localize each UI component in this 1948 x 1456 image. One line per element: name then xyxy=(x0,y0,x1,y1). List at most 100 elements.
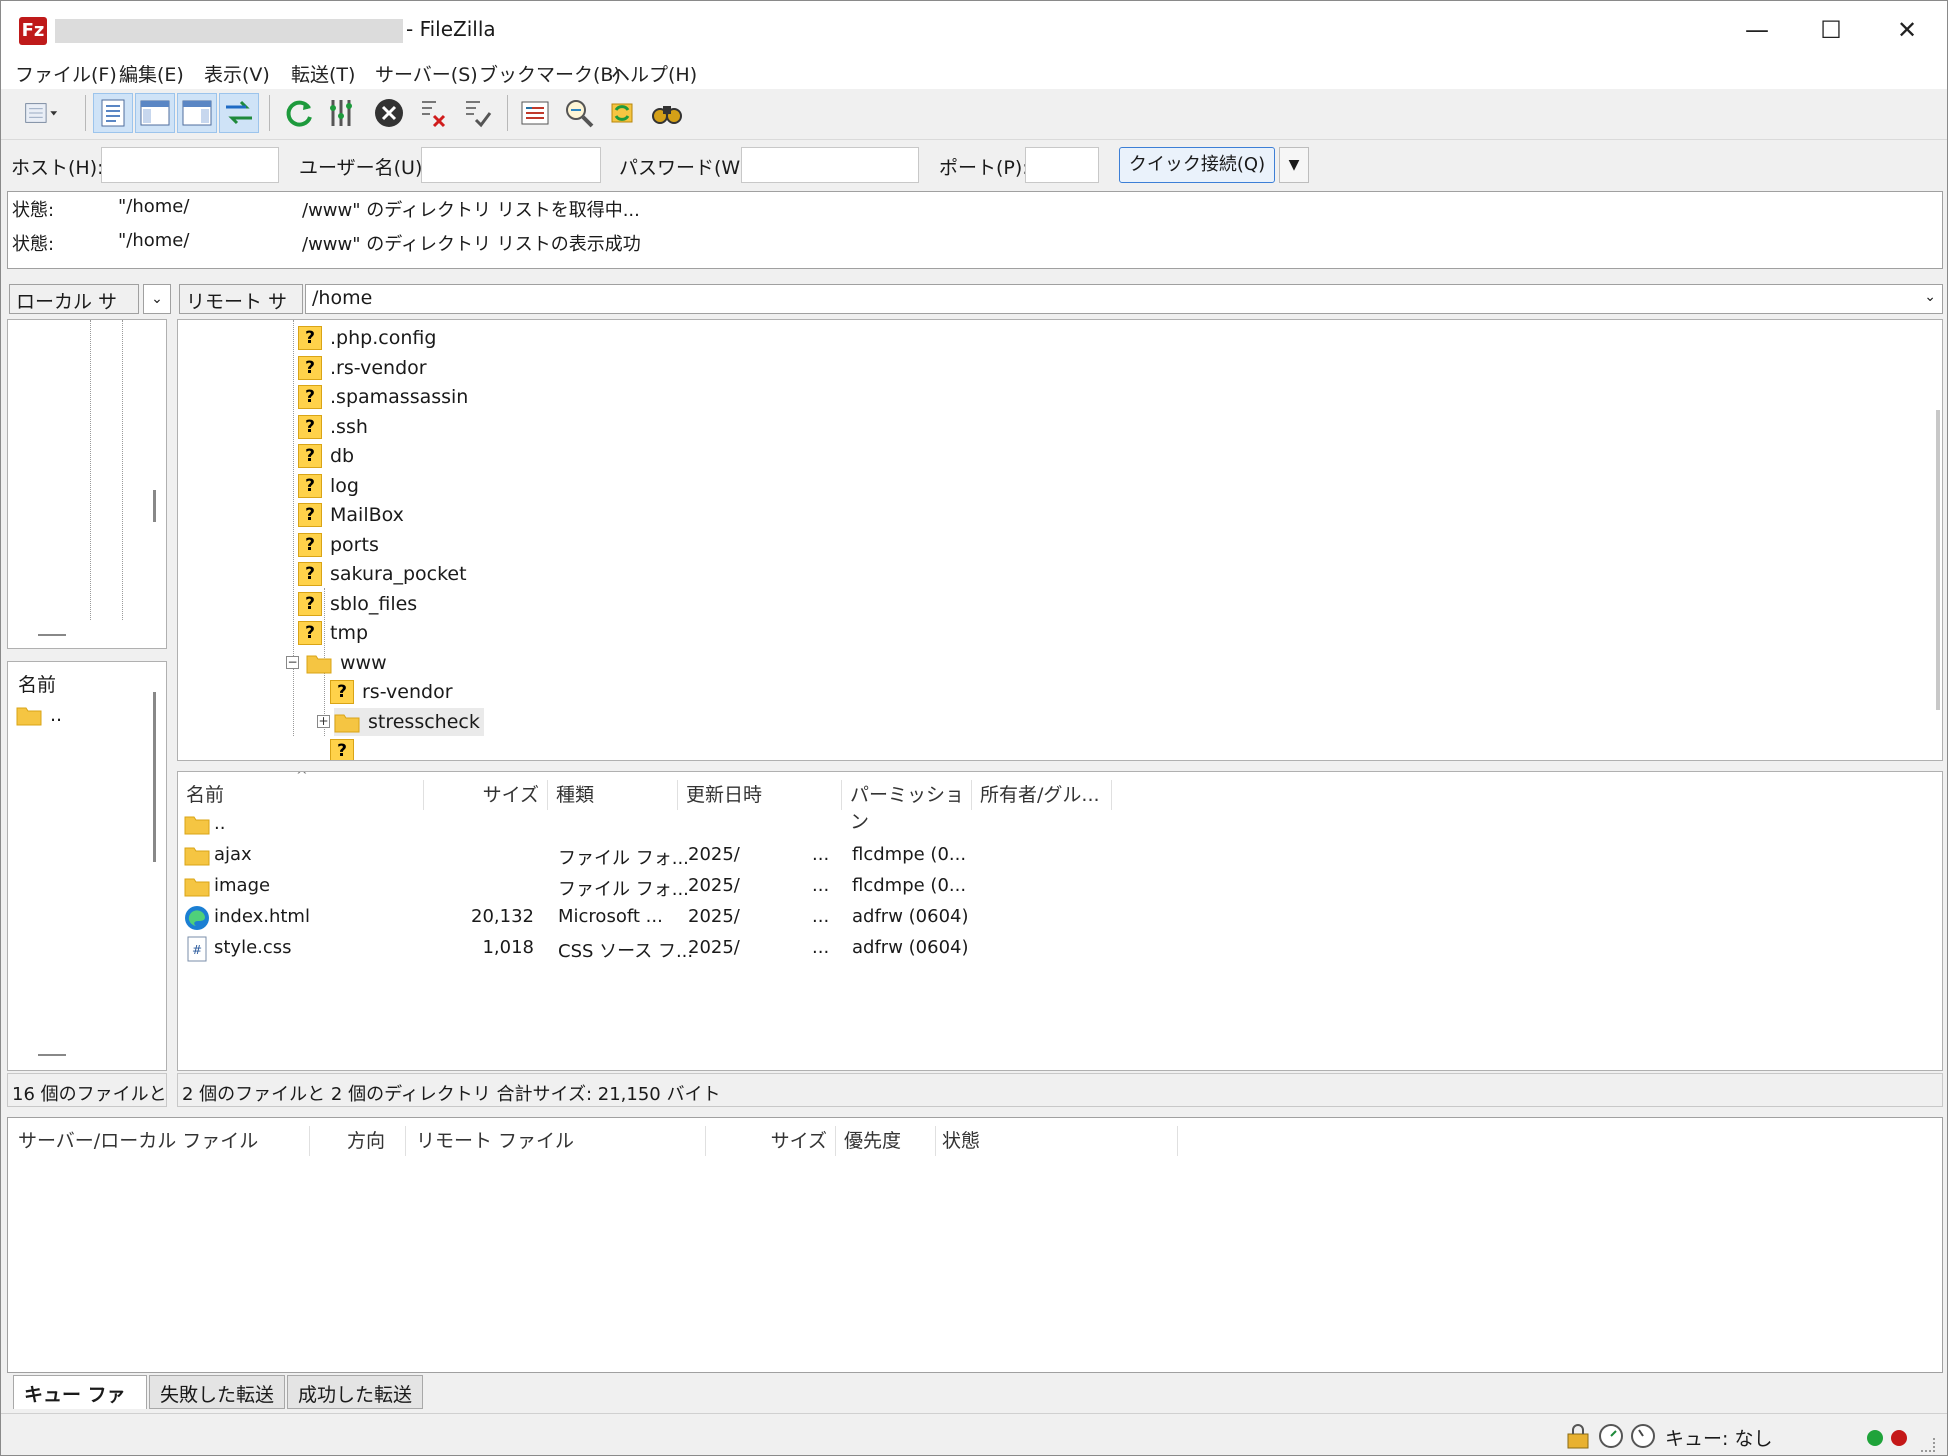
resize-grip[interactable] xyxy=(1921,1438,1935,1452)
tab-successful-transfers[interactable]: 成功した転送 xyxy=(287,1375,423,1409)
file-date: 2025/ xyxy=(688,844,740,865)
local-site-label: ローカル サイト: xyxy=(9,284,139,340)
remote-directory-tree[interactable]: ? .php.config ? .rs-vendor ? .spamassassin … xyxy=(177,319,1943,761)
menu-transfer[interactable]: 転送(T) xyxy=(291,60,355,87)
tree-node[interactable]: ? MailBox xyxy=(298,501,404,529)
remote-file-list[interactable]: 名前 ^ サイズ 種類 更新日時 パーミッション 所有者/グル... .. aj… xyxy=(177,771,1943,1071)
tree-node-label: tmp xyxy=(330,622,369,644)
file-row[interactable]: image ファイル フォ... 2025/ ... flcdmpe (0... xyxy=(178,872,1078,902)
local-directory-tree[interactable] xyxy=(7,319,167,649)
toolbar-separator xyxy=(85,95,86,131)
tree-node[interactable]: ? sblo_files xyxy=(298,590,417,618)
log-message: /www" のディレクトリ リストの表示成功 xyxy=(302,234,641,255)
password-input[interactable] xyxy=(741,147,919,183)
local-list-scrollbar[interactable] xyxy=(153,692,156,862)
menu-bookmarks[interactable]: ブックマーク(B) xyxy=(479,60,621,87)
toggle-local-tree-icon[interactable] xyxy=(135,93,175,133)
tree-node[interactable]: ? xyxy=(330,737,362,760)
toolbar xyxy=(1,89,1947,137)
column-header-size[interactable]: サイズ xyxy=(424,780,548,810)
menu-view[interactable]: 表示(V) xyxy=(204,60,270,87)
close-button[interactable]: ✕ xyxy=(1869,1,1945,59)
tree-node[interactable]: ? .spamassassin xyxy=(298,383,468,411)
tab-failed-transfers[interactable]: 失敗した転送 xyxy=(149,1375,285,1409)
local-file-list[interactable]: 名前 .. xyxy=(7,661,167,1071)
queue-header-local-file[interactable]: サーバー/ローカル ファイル xyxy=(18,1126,310,1156)
quickconnect-history-dropdown[interactable]: ▼ xyxy=(1279,147,1309,183)
collapse-toggle-icon[interactable]: − xyxy=(286,656,299,669)
file-row[interactable]: # style.css 1,018 CSS ソース フ... 2025/ ...… xyxy=(178,934,1078,964)
tree-node[interactable]: ? ports xyxy=(298,531,379,559)
tree-node[interactable]: ? tmp xyxy=(298,619,368,647)
file-row[interactable]: ajax ファイル フォ... 2025/ ... flcdmpe (0... xyxy=(178,841,1078,871)
directory-listing-filters-icon[interactable] xyxy=(515,93,555,133)
minimize-button[interactable]: — xyxy=(1719,1,1795,59)
local-tree-hscroll[interactable] xyxy=(38,634,66,636)
maximize-button[interactable]: ☐ xyxy=(1793,1,1869,59)
port-label: ポート(P): xyxy=(939,157,1029,179)
toggle-log-icon[interactable] xyxy=(93,93,133,133)
menu-file[interactable]: ファイル(F) xyxy=(15,60,117,87)
local-site-dropdown[interactable]: ⌄ xyxy=(143,284,171,314)
file-row[interactable]: index.html 20,132 Microsoft ... 2025/ ..… xyxy=(178,903,1078,933)
tree-node[interactable]: ? log xyxy=(298,472,359,500)
queue-header-size[interactable]: サイズ xyxy=(706,1126,836,1156)
tab-queued-files[interactable]: キュー ファイル xyxy=(13,1375,147,1433)
queue-header-priority[interactable]: 優先度 xyxy=(844,1126,936,1156)
local-name-column-header[interactable]: 名前 xyxy=(18,670,56,697)
process-queue-icon[interactable] xyxy=(323,93,363,133)
menu-server[interactable]: サーバー(S) xyxy=(375,60,478,87)
search-files-icon[interactable] xyxy=(647,93,687,133)
column-header-name[interactable]: 名前 xyxy=(178,780,424,810)
site-manager-icon[interactable] xyxy=(11,93,71,133)
queue-header-status[interactable]: 状態 xyxy=(942,1126,1178,1156)
remote-tree-scrollbar[interactable] xyxy=(1936,410,1940,710)
column-header-owner[interactable]: 所有者/グル... xyxy=(972,780,1112,810)
tree-node[interactable]: ? .php.config xyxy=(298,324,436,352)
tree-node-www[interactable]: www xyxy=(306,649,387,677)
tree-node[interactable]: ? .rs-vendor xyxy=(298,354,427,382)
file-permissions: flcdmpe (0... xyxy=(852,875,967,896)
menu-help[interactable]: ヘルプ(H) xyxy=(611,60,697,87)
compare-directories-icon[interactable] xyxy=(559,93,599,133)
port-input[interactable] xyxy=(1025,147,1099,183)
username-input[interactable] xyxy=(421,147,601,183)
folder-icon xyxy=(334,714,360,733)
toggle-queue-icon[interactable] xyxy=(219,93,259,133)
queue-header-direction[interactable]: 方向 xyxy=(310,1126,406,1156)
menu-edit[interactable]: 編集(E) xyxy=(119,60,184,87)
refresh-icon[interactable] xyxy=(279,93,319,133)
disconnect-icon[interactable] xyxy=(413,93,453,133)
log-message: /www" のディレクトリ リストを取得中... xyxy=(302,200,640,221)
column-header-type[interactable]: 種類 xyxy=(548,780,678,810)
gauge-icon[interactable] xyxy=(1629,1422,1657,1450)
file-type: ファイル フォ... xyxy=(558,848,689,869)
reconnect-icon[interactable] xyxy=(457,93,497,133)
folder-icon xyxy=(184,878,210,897)
local-parent-entry[interactable]: .. xyxy=(16,704,62,726)
local-list-hscroll[interactable] xyxy=(38,1054,66,1056)
tree-node[interactable]: ? db xyxy=(298,442,354,470)
host-input[interactable] xyxy=(101,147,279,183)
tree-node[interactable]: ? .ssh xyxy=(298,413,368,441)
cancel-operation-icon[interactable] xyxy=(369,93,409,133)
synchronized-browsing-icon[interactable] xyxy=(603,93,643,133)
queue-header-remote-file[interactable]: リモート ファイル xyxy=(416,1126,706,1156)
toggle-remote-tree-icon[interactable] xyxy=(177,93,217,133)
quickconnect-button[interactable]: クイック接続(Q) xyxy=(1119,147,1275,183)
remote-path-dropdown-icon[interactable]: ⌄ xyxy=(1924,289,1936,305)
remote-path-input[interactable]: /home ⌄ xyxy=(305,284,1943,314)
column-header-permissions[interactable]: パーミッション xyxy=(842,780,972,833)
speed-limit-icon[interactable] xyxy=(1597,1422,1625,1450)
unknown-folder-icon: ? xyxy=(298,385,322,409)
unknown-folder-icon: ? xyxy=(298,444,322,468)
expand-toggle-icon[interactable]: + xyxy=(317,715,330,728)
local-tree-scrollbar[interactable] xyxy=(153,490,156,522)
transfer-queue[interactable]: サーバー/ローカル ファイル 方向 リモート ファイル サイズ 優先度 状態 xyxy=(7,1117,1943,1373)
column-header-modified[interactable]: 更新日時 xyxy=(678,780,842,810)
file-row[interactable]: .. xyxy=(178,810,1078,840)
tree-node[interactable]: ? rs-vendor xyxy=(330,678,453,706)
tree-node-stresscheck[interactable]: stresscheck xyxy=(334,708,484,736)
tree-node[interactable]: ? sakura_pocket xyxy=(298,560,467,588)
log-path: "/home/ xyxy=(118,196,190,217)
